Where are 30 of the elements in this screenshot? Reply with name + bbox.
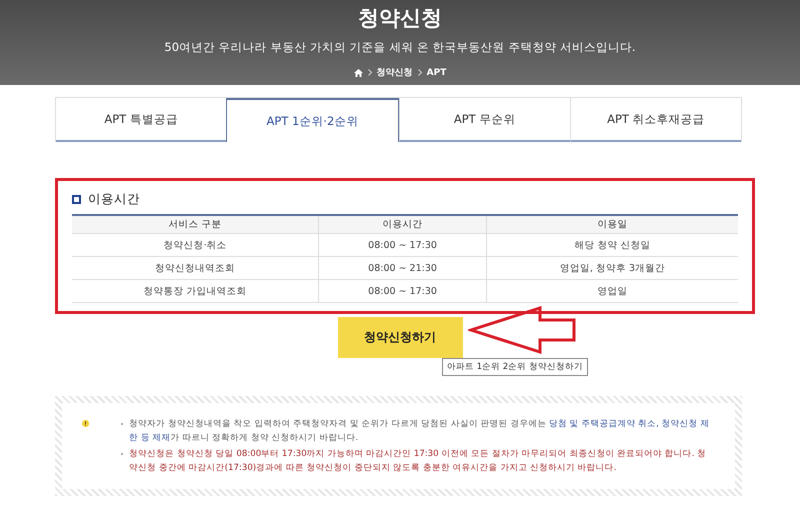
table-cell: 청약신청내역조회 (72, 256, 319, 280)
table-cell: 영업일 (486, 280, 738, 302)
chevron-icon (368, 69, 372, 76)
apply-button[interactable]: 청약신청하기 (338, 317, 462, 358)
tab[interactable]: APT 무순위 (398, 98, 570, 142)
tooltip: 아파트 1순위 2순위 청약신청하기 (442, 358, 588, 376)
table-cell: 08:00 ~ 21:30 (318, 256, 486, 280)
table-cell: 청약신청·취소 (72, 234, 319, 256)
page-title: 청약신청 (358, 5, 442, 32)
breadcrumb-link[interactable]: APT (426, 68, 446, 78)
page-subtitle: 50여년간 우리나라 부동산 가치의 기준을 세워 온 한국부동산원 주택청약 서비스입니다. (164, 40, 636, 55)
notice-text: 청약자가 청약신청내역을 착오 입력하여 주택청약자격 및 순위가 다르게 당첨된 사실이 판명된 경우에는 당첨 및 주택공급계약 취소, 청약신청 제한 등 제재가 따르니 정확하게 청약 신청하시기 바랍니다. (119, 417, 715, 445)
table-cell: 청약통장 가입내역조회 (72, 280, 319, 302)
tab[interactable]: APT 특별공급 (56, 98, 226, 142)
breadcrumb-link[interactable]: 청약신청 (376, 66, 413, 79)
warning-icon (82, 417, 90, 430)
chevron-icon (418, 69, 422, 76)
table-cell: 해당 청약 신청일 (486, 234, 738, 256)
table-cell: 영업일, 청약후 3개월간 (486, 256, 738, 280)
table-cell: 08:00 ~ 17:30 (318, 234, 486, 256)
tab[interactable]: APT 1순위·2순위 (226, 98, 398, 142)
section-title: 이용시간 (88, 191, 140, 208)
square-bullet-icon (72, 195, 81, 204)
tab[interactable]: APT 취소후재공급 (570, 98, 741, 142)
notice-text: 청약신청은 청약신청 당일 08:00부터 17:30까지 가능하며 마감시간인 17:30 이전에 모든 절차가 마무리되어 최종신청이 완료되어야 합니다. 청약신청 중간에 마감시간(17:30)경과에 따른 청약신청이 중단되지 않도록 충분한 여유시간을 가지고 신청하시기 바랍니다. (119, 447, 715, 475)
column-header: 서비스 구분 (72, 215, 319, 234)
table-cell: 08:00 ~ 17:30 (318, 280, 486, 302)
column-header: 이용시간 (318, 215, 486, 234)
home-icon[interactable] (354, 68, 363, 76)
column-header: 이용일 (486, 215, 738, 234)
